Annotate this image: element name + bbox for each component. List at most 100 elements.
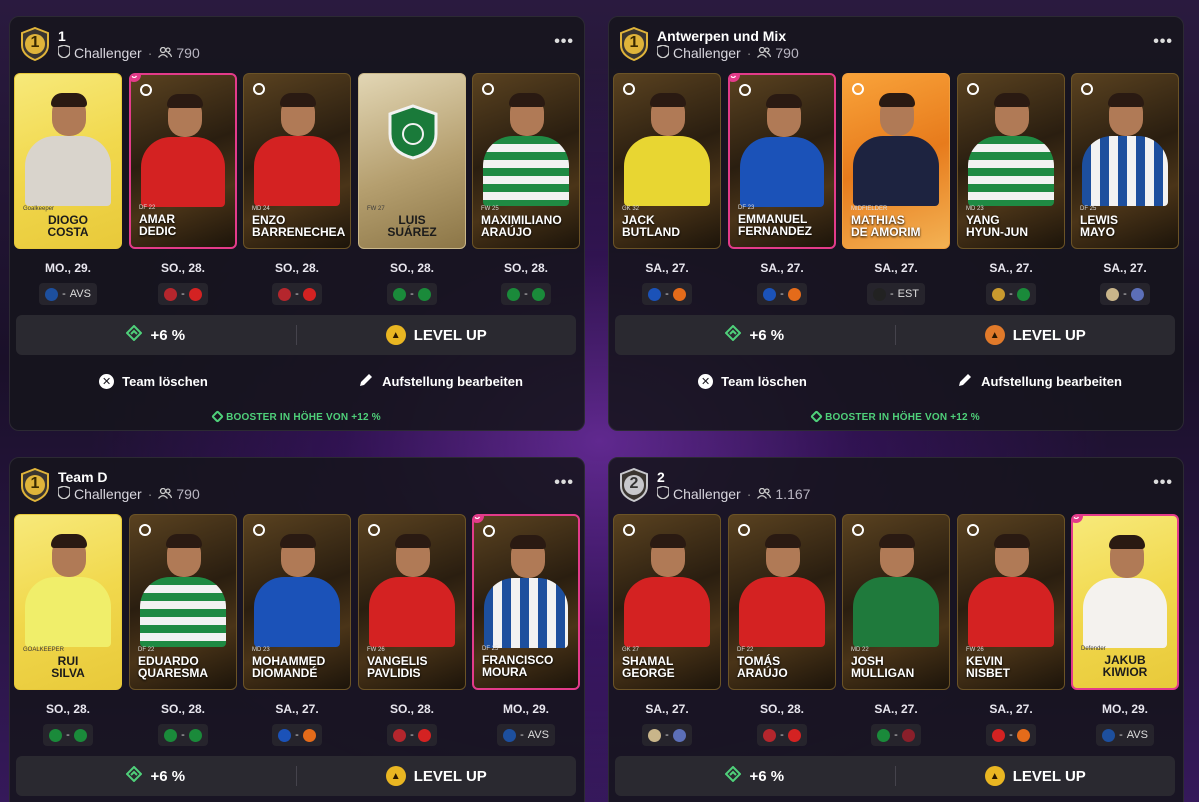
team-subtitle: Challenger · 790 bbox=[57, 44, 200, 61]
player-hair bbox=[879, 534, 915, 548]
home-crest-icon bbox=[648, 728, 662, 742]
level-up: ▲ LEVEL UP bbox=[297, 766, 577, 786]
player-card[interactable]: FW 26 VANGELIS PAVLIDIS bbox=[358, 514, 466, 690]
bonus-bar: +6 % ▲ LEVEL UP bbox=[615, 756, 1175, 796]
participant-count: 790 bbox=[176, 486, 200, 502]
player-card[interactable]: MD 23 MOHAMMED DIOMANDÉ bbox=[243, 514, 351, 690]
player-card[interactable]: C Defender Jakub Kiwior bbox=[1071, 514, 1179, 690]
player-card[interactable]: DF 22 EDUARDO QUARESMA bbox=[129, 514, 237, 690]
player-hair bbox=[280, 534, 316, 548]
booster-label: BOOSTER IN HÖHE VON +12 % bbox=[226, 412, 381, 423]
fixture-date: SA., 27. bbox=[874, 261, 918, 275]
player-hair bbox=[879, 93, 915, 107]
more-menu-icon[interactable]: ••• bbox=[554, 474, 574, 492]
separator-dot: · bbox=[746, 45, 752, 61]
player-card[interactable]: Goalkeeper Diogo Costa bbox=[14, 73, 122, 249]
fixture-pill[interactable]: - bbox=[43, 724, 93, 746]
player-card[interactable]: GK 27 SHAMAL GEORGE bbox=[613, 514, 721, 690]
fixture-pill[interactable]: - bbox=[387, 724, 437, 746]
fixture-pill[interactable]: - bbox=[642, 724, 692, 746]
level-up-icon: ▲ bbox=[385, 325, 406, 345]
player-card[interactable]: MIDFIELDER MATHIAS DE AMORIM bbox=[842, 73, 950, 249]
player-card[interactable]: MD 24 ENZO BARRENECHEA bbox=[243, 73, 351, 249]
delete-team-button[interactable]: ✕ Team löschen bbox=[10, 369, 297, 393]
card-seal-icon bbox=[623, 524, 635, 536]
fixture-row: SA., 27. - SO., 28. - SA., 27. - SA., 27. - MO.,… bbox=[613, 702, 1181, 752]
player-shirt bbox=[369, 577, 455, 647]
card-seal-icon bbox=[482, 83, 494, 95]
player-name: Jakub Kiwior bbox=[1102, 653, 1148, 679]
player-name: LEWIS MAYO bbox=[1080, 213, 1118, 239]
users-icon bbox=[757, 486, 772, 502]
fixture-pill[interactable]: - EST bbox=[866, 283, 926, 305]
player-card[interactable]: FW 25 MAXIMILIANO ARAÚJO bbox=[472, 73, 580, 249]
fixture-pill[interactable]: - AVS bbox=[497, 724, 555, 746]
more-menu-icon[interactable]: ••• bbox=[554, 33, 574, 51]
fixture-date: SA., 27. bbox=[989, 261, 1033, 275]
fixture-pill[interactable]: - bbox=[1100, 283, 1150, 305]
team-name: Antwerpen und Mix bbox=[657, 28, 787, 44]
boost-value: +6 % bbox=[150, 326, 186, 344]
fixture-pill[interactable]: - bbox=[158, 724, 208, 746]
more-menu-icon[interactable]: ••• bbox=[1153, 474, 1173, 492]
fixture-pill[interactable]: - bbox=[272, 283, 322, 305]
edit-lineup-label: Aufstellung bearbeiten bbox=[981, 373, 1122, 389]
player-card[interactable]: C DF 25 FRANCISCO MOURA bbox=[472, 514, 580, 690]
player-hair bbox=[167, 94, 203, 108]
player-card[interactable]: DF 25 LEWIS MAYO bbox=[1071, 73, 1179, 249]
player-card[interactable]: GOALKEEPER RUI SILVA bbox=[14, 514, 122, 690]
player-meta: DF 25 bbox=[1080, 206, 1097, 212]
fixture-pill[interactable]: - bbox=[986, 724, 1036, 746]
player-hair bbox=[994, 534, 1030, 548]
fixture-pill[interactable]: - bbox=[757, 283, 807, 305]
player-card[interactable]: FW 26 KEVIN NISBET bbox=[957, 514, 1065, 690]
player-shirt bbox=[1082, 136, 1168, 206]
player-name: JOSH MULLIGAN bbox=[851, 654, 915, 680]
player-card[interactable]: GK 32 JACK BUTLAND bbox=[613, 73, 721, 249]
fixture-dash: - bbox=[1119, 729, 1123, 741]
player-card[interactable]: MD 22 JOSH MULLIGAN bbox=[842, 514, 950, 690]
more-menu-icon[interactable]: ••• bbox=[1153, 33, 1173, 51]
fixture: SO., 28. - bbox=[243, 261, 351, 306]
delete-team-button[interactable]: ✕ Team löschen bbox=[609, 369, 896, 393]
rank-number: 1 bbox=[629, 34, 639, 51]
player-name: JACK BUTLAND bbox=[622, 213, 680, 239]
fixture-pill[interactable]: - bbox=[986, 283, 1036, 305]
captain-badge: C bbox=[1073, 516, 1083, 523]
fixture-pill[interactable]: - bbox=[272, 724, 322, 746]
fixture-pill[interactable]: - bbox=[871, 724, 921, 746]
player-card[interactable]: MD 23 YANG HYUN-JUN bbox=[957, 73, 1065, 249]
close-icon: ✕ bbox=[698, 373, 714, 389]
player-card[interactable]: C DF 22 AMAR DEDIC bbox=[129, 73, 237, 249]
player-card[interactable]: DF 22 TOMÁS ARAÚJO bbox=[728, 514, 836, 690]
player-card[interactable]: FW 27 LUIS SUÁREZ bbox=[358, 73, 466, 249]
boost-bonus: +6 % bbox=[16, 324, 296, 345]
edit-lineup-button[interactable]: Aufstellung bearbeiten bbox=[297, 369, 584, 393]
player-name: EMMANUEL FERNANDEZ bbox=[738, 212, 812, 238]
fixture-pill[interactable]: - AVS bbox=[39, 283, 97, 305]
player-meta: MD 23 bbox=[966, 206, 984, 212]
fixture-dash: - bbox=[665, 729, 669, 741]
card-seal-icon bbox=[967, 524, 979, 536]
player-meta: GK 27 bbox=[622, 647, 640, 653]
fixture-pill[interactable]: - bbox=[501, 283, 551, 305]
fixture-date: SA., 27. bbox=[645, 702, 689, 716]
level-up: ▲ LEVEL UP bbox=[297, 325, 577, 345]
fixture-pill[interactable]: - AVS bbox=[1096, 724, 1154, 746]
fixture-pill[interactable]: - bbox=[158, 283, 208, 305]
away-crest-icon bbox=[302, 287, 316, 301]
fixture-dash: - bbox=[665, 288, 669, 300]
fixture-pill[interactable]: - bbox=[642, 283, 692, 305]
player-hair bbox=[1109, 535, 1145, 549]
player-name: ENZO BARRENECHEA bbox=[252, 213, 346, 239]
player-name: FRANCISCO MOURA bbox=[482, 653, 554, 679]
rank-number: 1 bbox=[30, 475, 40, 492]
edit-lineup-button[interactable]: Aufstellung bearbeiten bbox=[896, 369, 1183, 393]
player-card[interactable]: C DF 23 EMMANUEL FERNANDEZ bbox=[728, 73, 836, 249]
fixture-date: SO., 28. bbox=[274, 261, 320, 275]
player-shirt bbox=[740, 137, 824, 207]
home-crest-icon bbox=[393, 728, 407, 742]
fixture-pill[interactable]: - bbox=[757, 724, 807, 746]
team-actions: ✕ Team löschen Aufstellung bearbeiten bbox=[10, 369, 584, 393]
fixture-pill[interactable]: - bbox=[387, 283, 437, 305]
